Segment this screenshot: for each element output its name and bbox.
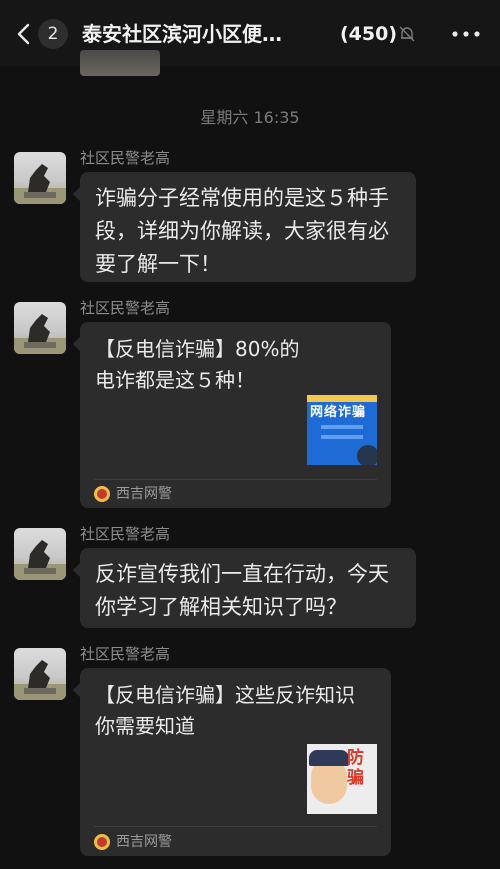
mute-bell-icon	[399, 26, 415, 42]
message-bubble[interactable]: 反诈宣传我们一直在行动，今天你学习了解相关知识了吗？	[73, 548, 416, 628]
sender-avatar[interactable]	[14, 152, 66, 204]
more-options-icon[interactable]	[452, 31, 480, 37]
sender-name: 社区民警老高	[80, 149, 171, 167]
sender-avatar[interactable]	[14, 528, 66, 580]
statue-avatar-image	[14, 314, 66, 354]
link-card[interactable]: 【反电信诈骗】这些反诈知识你需要知道 防骗 西吉网警	[73, 668, 391, 856]
sender-avatar[interactable]	[14, 648, 66, 700]
link-card[interactable]: 【反电信诈骗】80%的电诈都是这５种！ 网络诈骗 西吉网警	[73, 322, 391, 508]
chat-header: 2 泰安社区滨河小区便… (450)	[0, 0, 500, 66]
police-badge-icon	[94, 486, 110, 502]
sender-avatar[interactable]	[14, 302, 66, 354]
card-divider	[94, 826, 377, 827]
sender-name: 社区民警老高	[80, 299, 171, 317]
sender-name: 社区民警老高	[80, 525, 171, 543]
statue-avatar-image	[14, 660, 66, 700]
link-card-title: 【反电信诈骗】80%的电诈都是这５种！	[95, 337, 300, 392]
police-badge-icon	[94, 834, 110, 850]
unread-count-badge[interactable]: 2	[38, 19, 68, 49]
thumbnail-text: 网络诈骗	[310, 405, 367, 420]
message-text: 诈骗分子经常使用的是这５种手段，详细为你解读，大家很有必要了解一下！	[95, 186, 389, 276]
message-text: 反诈宣传我们一直在行动，今天你学习了解相关知识了吗？	[95, 562, 389, 619]
statue-avatar-image	[14, 164, 66, 204]
chat-title[interactable]: 泰安社区滨河小区便…	[82, 18, 327, 50]
statue-avatar-image	[14, 540, 66, 580]
chat-timestamp: 星期六 16:35	[200, 108, 300, 127]
thumbnail-text: 防骗	[347, 748, 364, 788]
back-arrow-icon[interactable]	[14, 22, 34, 46]
link-card-thumbnail: 网络诈骗	[307, 395, 377, 465]
link-card-source: 西吉网警	[116, 834, 172, 850]
sender-name: 社区民警老高	[80, 645, 171, 663]
link-card-thumbnail: 防骗	[307, 744, 377, 814]
card-divider	[94, 479, 377, 480]
message-bubble[interactable]: 诈骗分子经常使用的是这５种手段，详细为你解读，大家很有必要了解一下！	[73, 172, 416, 282]
link-card-title: 【反电信诈骗】这些反诈知识你需要知道	[95, 683, 355, 738]
previous-message-image[interactable]	[80, 50, 160, 76]
member-count: (450)	[340, 23, 398, 45]
link-card-source: 西吉网警	[116, 486, 172, 502]
